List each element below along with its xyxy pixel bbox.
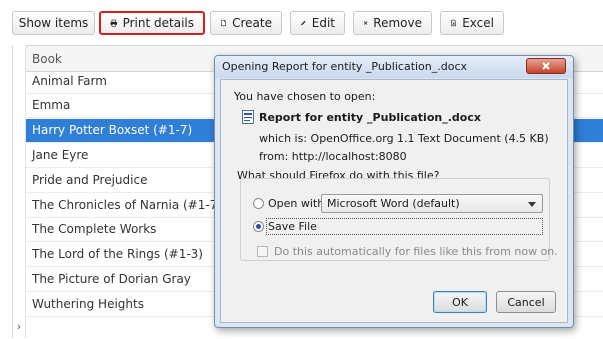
dialog-intro: You have chosen to open: bbox=[234, 90, 376, 103]
save-file-label[interactable]: Save File bbox=[268, 220, 317, 233]
dialog-body: You have chosen to open: Report for enti… bbox=[220, 79, 568, 323]
row-label: Animal Farm bbox=[32, 74, 107, 88]
pencil-icon bbox=[300, 20, 306, 26]
create-label: Create bbox=[232, 16, 272, 30]
create-button[interactable]: Create bbox=[210, 11, 282, 35]
dialog-file-source: from: http://localhost:8080 bbox=[259, 150, 407, 163]
row-label: Pride and Prejudice bbox=[32, 173, 148, 187]
file-open-dialog: Opening Report for entity _Publication_.… bbox=[214, 55, 574, 328]
show-items-label: Show items bbox=[18, 16, 89, 30]
excel-label: Excel bbox=[462, 16, 494, 30]
auto-checkbox[interactable] bbox=[257, 246, 268, 257]
cancel-button[interactable]: Cancel bbox=[496, 291, 556, 313]
ok-button[interactable]: OK bbox=[433, 291, 487, 313]
row-label: The Chronicles of Narnia (#1-7) bbox=[32, 198, 223, 212]
open-with-value: Microsoft Word (default) bbox=[327, 197, 460, 210]
word-document-icon bbox=[242, 110, 254, 124]
ok-label: OK bbox=[452, 295, 468, 309]
column-header-label: Book bbox=[32, 52, 62, 66]
chevron-down-icon bbox=[528, 202, 536, 207]
row-label: The Picture of Dorian Gray bbox=[32, 272, 191, 286]
excel-button[interactable]: Excel bbox=[440, 11, 504, 35]
edit-label: Edit bbox=[311, 16, 335, 30]
row-label: The Complete Works bbox=[32, 222, 157, 236]
close-icon bbox=[542, 62, 550, 70]
auto-label: Do this automatically for files like thi… bbox=[274, 245, 558, 258]
new-file-icon bbox=[221, 19, 226, 27]
toolbar: Show items Print details Create Edit Rem… bbox=[0, 0, 603, 44]
row-label: Wuthering Heights bbox=[32, 297, 144, 311]
close-icon bbox=[363, 21, 368, 25]
dialog-close-button[interactable] bbox=[526, 58, 566, 74]
dialog-file-type: which is: OpenOffice.org 1.1 Text Docume… bbox=[259, 132, 549, 145]
row-label: Emma bbox=[32, 98, 71, 112]
show-items-button[interactable]: Show items bbox=[12, 11, 95, 35]
dialog-title-bar[interactable]: Opening Report for entity _Publication_.… bbox=[215, 56, 573, 78]
remove-button[interactable]: Remove bbox=[353, 11, 432, 35]
row-label: Jane Eyre bbox=[32, 148, 89, 162]
printer-icon bbox=[110, 19, 118, 27]
cancel-label: Cancel bbox=[507, 295, 545, 309]
save-file-radio[interactable] bbox=[253, 221, 264, 232]
row-label: Harry Potter Boxset (#1-7) bbox=[32, 123, 193, 137]
print-details-label: Print details bbox=[122, 16, 194, 30]
print-details-button[interactable]: Print details bbox=[99, 11, 205, 35]
open-with-radio[interactable] bbox=[253, 198, 264, 209]
expand-panel-icon[interactable]: › bbox=[13, 315, 25, 339]
dialog-filename: Report for entity _Publication_.docx bbox=[259, 111, 481, 124]
excel-file-icon bbox=[451, 19, 456, 27]
open-with-label[interactable]: Open with bbox=[268, 197, 324, 210]
remove-label: Remove bbox=[373, 16, 422, 30]
row-label: The Lord of the Rings (#1-3) bbox=[32, 247, 203, 261]
dialog-title: Opening Report for entity _Publication_.… bbox=[222, 60, 468, 73]
edit-button[interactable]: Edit bbox=[290, 11, 345, 35]
open-with-select[interactable]: Microsoft Word (default) bbox=[321, 194, 543, 213]
